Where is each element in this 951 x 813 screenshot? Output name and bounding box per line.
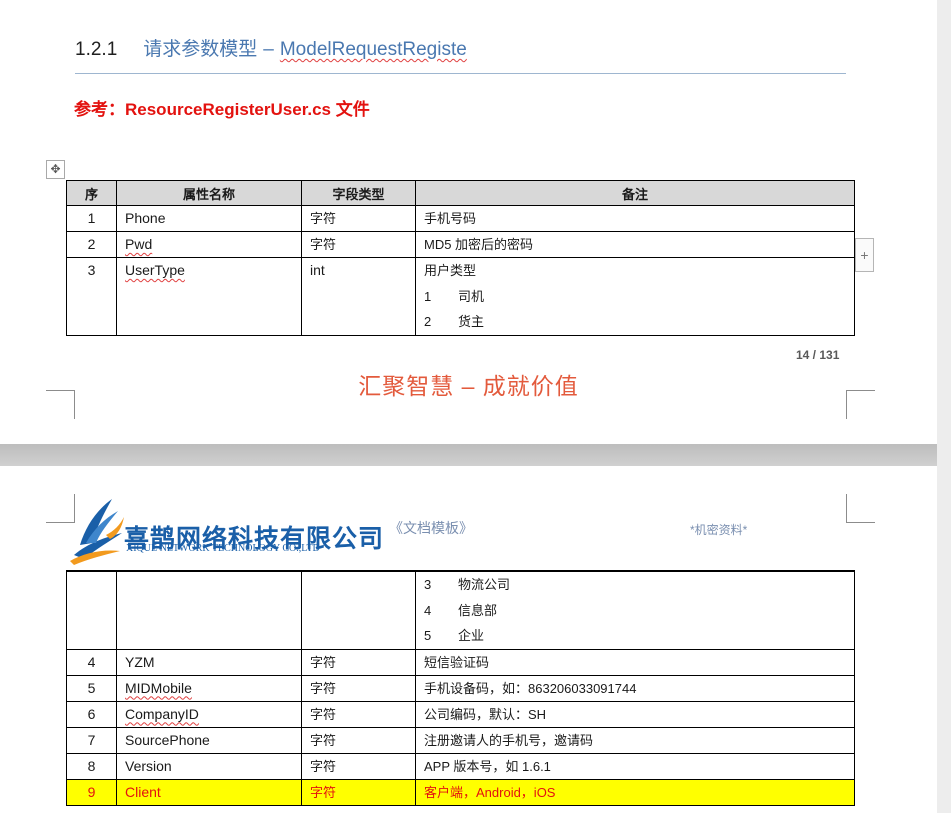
table-row: 8 Version 字符 APP 版本号，如 1.6.1 (66, 752, 855, 780)
usertype-option: 4 信息部 (424, 602, 498, 618)
row-seq: 4 (66, 648, 117, 676)
parameter-table-continued: 3 物流公司 4 信息部 5 企业 4 YZM 字符 短信验证码 5 MIDMobil… (66, 571, 855, 806)
header-property-name: 属性名称 (116, 180, 302, 206)
row-seq: 9 (66, 778, 117, 806)
row-seq: 5 (66, 674, 117, 702)
add-row-plus-icon[interactable]: + (855, 238, 874, 272)
usertype-option: 5 企业 (424, 628, 485, 643)
row-seq: 8 (66, 752, 117, 780)
section-title-cn: 请求参数模型 (143, 39, 258, 60)
row-name: CompanyID (116, 700, 302, 728)
row-name: MIDMobile (116, 674, 302, 702)
row-name-text: UserType (125, 262, 185, 278)
row-note: 注册邀请人的手机号，邀请码 (415, 726, 855, 754)
row-type: 字符 (301, 205, 416, 232)
section-title-dash: – (263, 39, 274, 60)
row-seq: 1 (66, 205, 117, 232)
row-seq: 6 (66, 700, 117, 728)
table-move-handle-icon[interactable]: ✥ (46, 160, 65, 179)
row-seq: 3 (66, 257, 117, 336)
table-row: 6 CompanyID 字符 公司编码，默认：SH (66, 700, 855, 728)
usertype-option: 3 物流公司 (424, 577, 511, 592)
footer-slogan: 汇聚智慧 – 成就价值 (358, 373, 579, 399)
document-page-14: 1.2.1 请求参数模型 – ModelRequestRegiste 参考：Resou… (0, 0, 937, 444)
row-type: 字符 (301, 726, 416, 754)
row-seq (66, 571, 117, 650)
row-name: UserType (116, 257, 302, 336)
usertype-label: 用户类型 (424, 263, 477, 278)
usertype-option: 2 货主 (424, 314, 485, 329)
window-right-edge (937, 0, 951, 813)
usertype-option: 1 司机 (424, 288, 485, 304)
row-note: 手机号码 (415, 205, 855, 232)
section-heading: 1.2.1 请求参数模型 – ModelRequestRegiste (75, 34, 467, 61)
header-remark: 备注 (415, 180, 855, 206)
row-note: 客户端，Android，iOS (415, 778, 855, 806)
table-row: 1 Phone 字符 手机号码 (66, 205, 855, 232)
table-row: 4 YZM 字符 短信验证码 (66, 648, 855, 676)
row-type: 字符 (301, 778, 416, 806)
row-type (301, 571, 416, 650)
crop-mark (846, 390, 875, 419)
table-row: 3 UserType int 用户类型 1 司机 2 货主 (66, 257, 855, 336)
row-name (116, 571, 302, 650)
row-note: 3 物流公司 4 信息部 5 企业 (415, 571, 855, 650)
reference-note: 参考：ResourceRegisterUser.cs 文件 (74, 100, 370, 119)
row-note: 短信验证码 (415, 648, 855, 676)
section-title-en: ModelRequestRegiste (279, 39, 467, 60)
table-row: 3 物流公司 4 信息部 5 企业 (66, 571, 855, 650)
row-type: int (301, 257, 416, 336)
row-type: 字符 (301, 700, 416, 728)
crop-mark (846, 494, 875, 523)
table-header-row: 序 属性名称 字段类型 备注 (66, 180, 855, 206)
row-name-text: Pwd (125, 236, 153, 252)
row-type: 字符 (301, 752, 416, 780)
crop-mark (46, 390, 75, 419)
header-seq: 序 (66, 180, 117, 206)
document-template-label: 《文档模板》 (389, 520, 473, 536)
row-seq: 2 (66, 231, 117, 258)
row-type: 字符 (301, 231, 416, 258)
row-note: 手机设备码，如：863206033091744 (415, 674, 855, 702)
row-seq: 7 (66, 726, 117, 754)
row-note: APP 版本号，如 1.6.1 (415, 752, 855, 780)
company-name-en: XIQUE NETWORK TECHNOLOGY CO.,LTD (126, 543, 320, 554)
header-field-type: 字段类型 (301, 180, 416, 206)
table-row: 5 MIDMobile 字符 手机设备码，如：863206033091744 (66, 674, 855, 702)
section-number: 1.2.1 (75, 39, 118, 60)
row-name: SourcePhone (116, 726, 302, 754)
table-row-highlighted: 9 Client 字符 客户端，Android，iOS (66, 778, 855, 806)
row-note: MD5 加密后的密码 (415, 231, 855, 258)
row-type: 字符 (301, 648, 416, 676)
row-name: Phone (116, 205, 302, 232)
parameter-table: 序 属性名称 字段类型 备注 1 Phone 字符 手机号码 2 Pwd 字符 … (66, 180, 855, 336)
row-note: 公司编码，默认：SH (415, 700, 855, 728)
page-number: 14 / 131 (796, 348, 840, 362)
row-name: Version (116, 752, 302, 780)
row-name: YZM (116, 648, 302, 676)
confidential-label: *机密资料* (690, 523, 748, 537)
table-row: 2 Pwd 字符 MD5 加密后的密码 (66, 231, 855, 258)
heading-divider (75, 73, 846, 74)
row-name-text: MIDMobile (125, 679, 192, 696)
table-row: 7 SourcePhone 字符 注册邀请人的手机号，邀请码 (66, 726, 855, 754)
page-gap (0, 444, 937, 466)
row-note: 用户类型 1 司机 2 货主 (415, 257, 855, 336)
row-name: Pwd (116, 231, 302, 258)
row-name: Client (116, 778, 302, 806)
row-type: 字符 (301, 674, 416, 702)
row-name-text: CompanyID (125, 705, 199, 722)
